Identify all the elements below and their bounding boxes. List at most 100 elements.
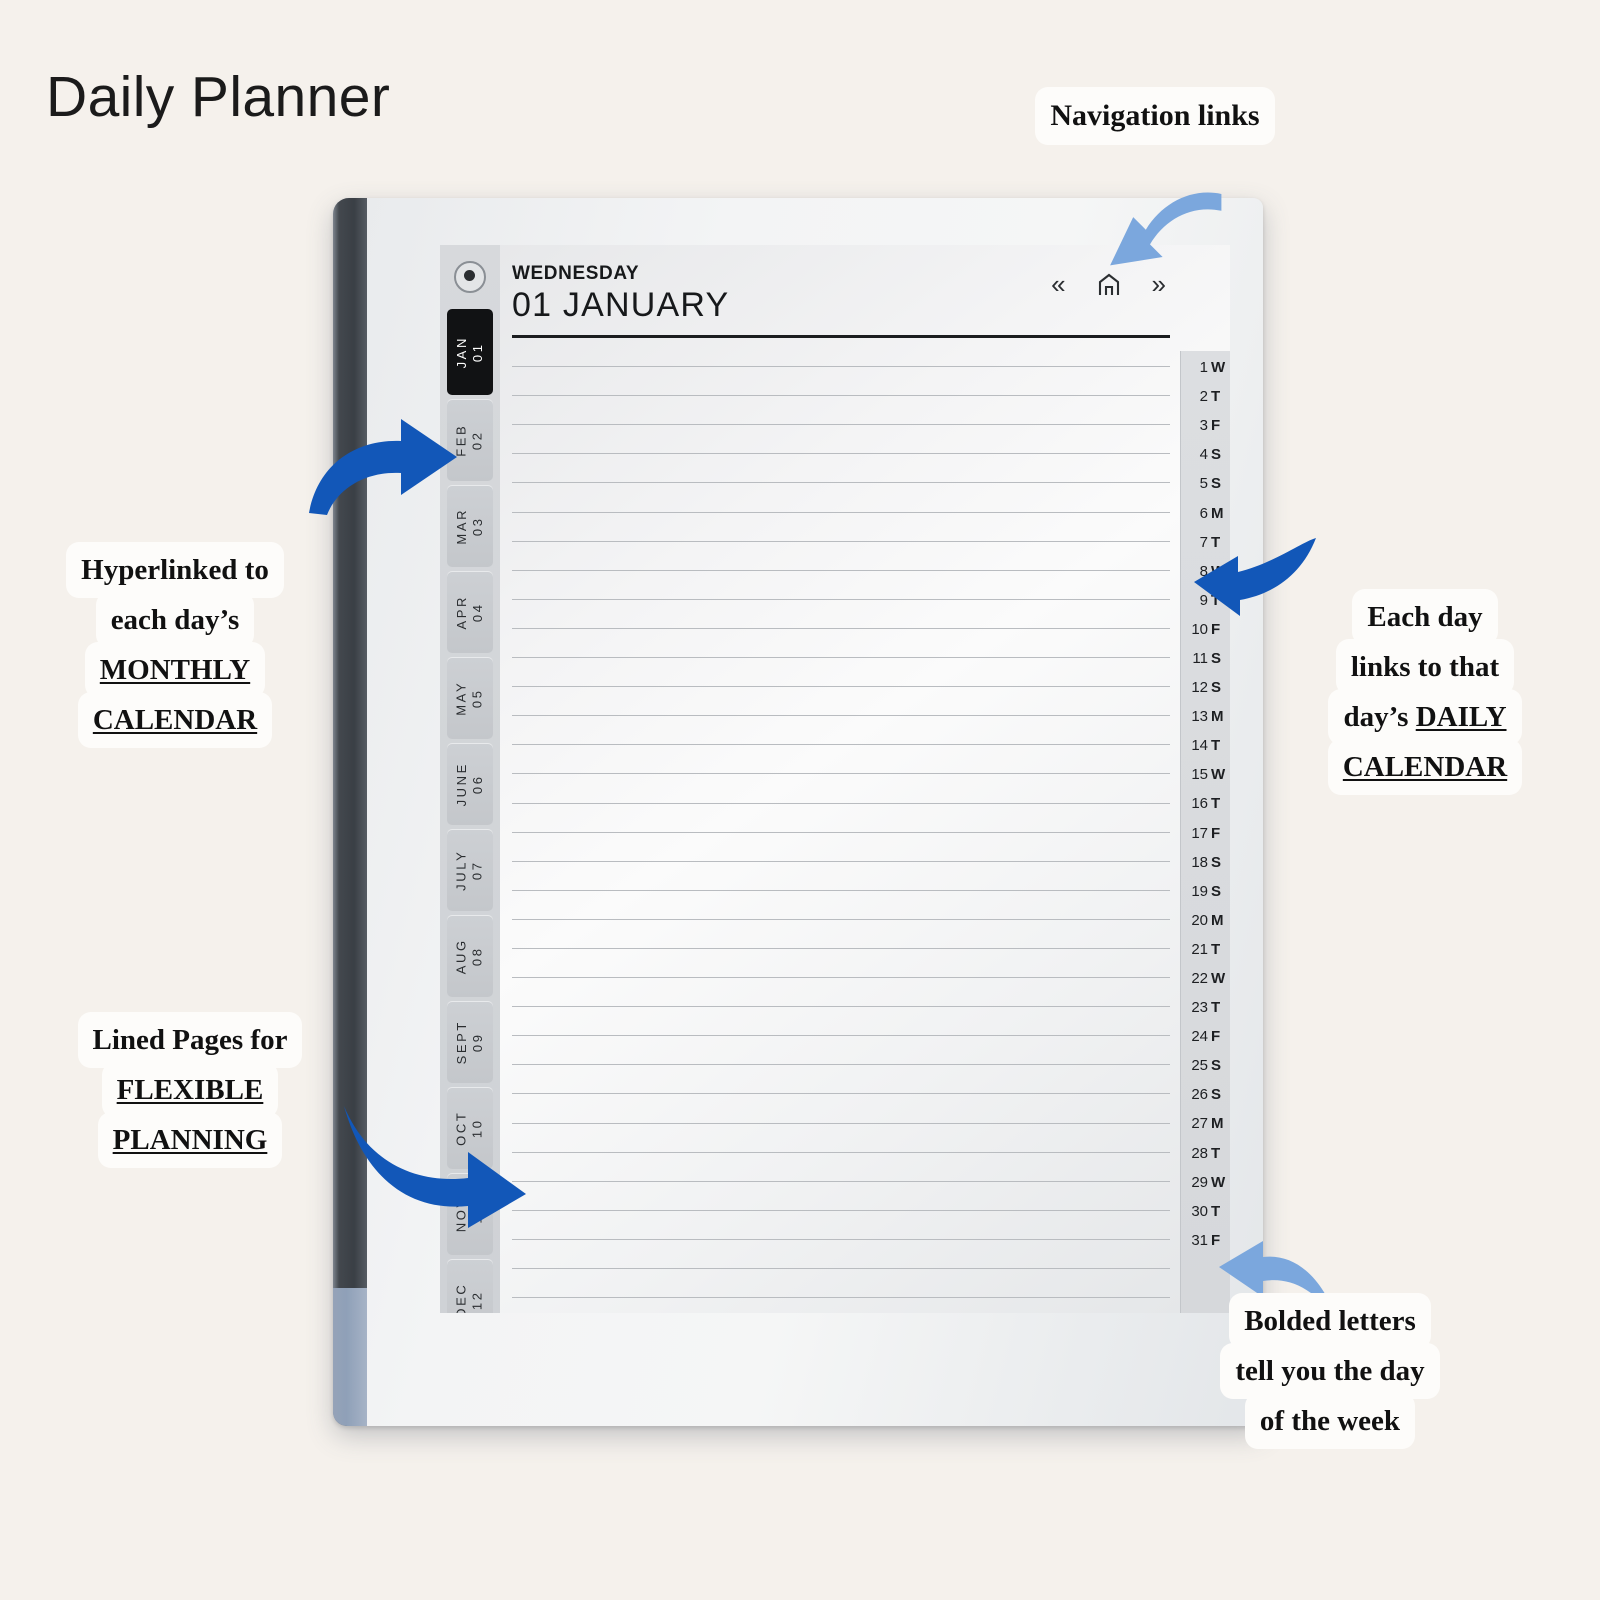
note-line[interactable]: [512, 978, 1170, 1008]
note-line[interactable]: [512, 454, 1170, 484]
note-line[interactable]: [512, 658, 1170, 688]
day-link-28[interactable]: 28 T: [1181, 1139, 1230, 1168]
day-of-week-letter: F: [1211, 824, 1221, 842]
day-number: 25: [1191, 1057, 1208, 1075]
note-line[interactable]: [512, 513, 1170, 542]
note-line[interactable]: [512, 920, 1170, 949]
poster-stage: Daily Planner JAN 01 FEB 02 MAR 03 APR 04 MAY 05 J…: [0, 0, 1600, 1600]
day-link-4[interactable]: 4S: [1181, 440, 1230, 469]
month-tab-label: DEC 12: [453, 1282, 485, 1313]
day-link-2[interactable]: 2T: [1181, 382, 1230, 411]
note-line[interactable]: [512, 483, 1170, 513]
note-line[interactable]: [512, 1124, 1170, 1153]
note-line[interactable]: [512, 1094, 1170, 1124]
day-link-17[interactable]: 17 F: [1181, 819, 1230, 848]
note-line[interactable]: [512, 1269, 1170, 1299]
day-link-29[interactable]: 29 W: [1181, 1168, 1230, 1197]
callout-line: Lined Pages for: [81, 1016, 299, 1065]
callout-line: each day’s: [99, 596, 251, 645]
note-line[interactable]: [512, 1240, 1170, 1269]
home-indicator-icon: [454, 261, 486, 293]
day-number: 15: [1191, 766, 1208, 784]
month-tab-sept[interactable]: SEPT 09: [447, 1001, 493, 1083]
day-link-26[interactable]: 26 S: [1181, 1080, 1230, 1109]
note-line[interactable]: [512, 1211, 1170, 1240]
note-area: WEDNESDAY 01 JANUARY « »: [500, 245, 1180, 1313]
day-number: 27: [1191, 1115, 1208, 1133]
day-link-22[interactable]: 22 W: [1181, 964, 1230, 993]
month-tab-july[interactable]: JULY 07: [447, 829, 493, 911]
month-tab-dec[interactable]: DEC 12: [447, 1259, 493, 1313]
callout-line: tell you the day: [1224, 1347, 1436, 1396]
note-line[interactable]: [512, 862, 1170, 891]
arrow-to-lined-pages: [344, 1106, 526, 1228]
day-link-18[interactable]: 18 S: [1181, 848, 1230, 877]
note-line[interactable]: [512, 600, 1170, 629]
day-of-week-letter: T: [1211, 388, 1221, 406]
day-link-14[interactable]: 14 T: [1181, 731, 1230, 760]
month-tab-aug[interactable]: AUG 08: [447, 915, 493, 997]
day-number: 22: [1191, 970, 1208, 988]
day-link-25[interactable]: 25 S: [1181, 1051, 1230, 1080]
planner-screen: JAN 01 FEB 02 MAR 03 APR 04 MAY 05 JUNE 06 JULY 07 AUG…: [440, 245, 1230, 1313]
day-of-week-letter: W: [1211, 970, 1226, 988]
day-number: 11: [1192, 649, 1208, 667]
month-tab-jan[interactable]: JAN 01: [447, 309, 493, 395]
day-number: 28: [1191, 1144, 1208, 1162]
day-of-week-letter: F: [1211, 417, 1221, 435]
note-line[interactable]: [512, 687, 1170, 717]
day-link-20[interactable]: 20 M: [1181, 906, 1230, 935]
note-line[interactable]: [512, 774, 1170, 804]
day-link-3[interactable]: 3F: [1181, 411, 1230, 440]
day-link-12[interactable]: 12 S: [1181, 673, 1230, 702]
day-number: 24: [1191, 1028, 1208, 1046]
day-number: 31: [1191, 1231, 1208, 1249]
note-line[interactable]: [512, 716, 1170, 746]
day-link-27[interactable]: 27 M: [1181, 1109, 1230, 1138]
month-tab-june[interactable]: JUNE 06: [447, 743, 493, 825]
day-link-1[interactable]: 1W: [1181, 353, 1230, 382]
day-link-23[interactable]: 23 T: [1181, 993, 1230, 1022]
note-line[interactable]: [512, 425, 1170, 455]
note-line[interactable]: [512, 745, 1170, 775]
folio-edge-lower: [333, 1288, 367, 1426]
callout-navigation: Navigation links: [975, 90, 1335, 142]
day-link-6[interactable]: 6M: [1181, 498, 1230, 527]
day-link-11[interactable]: 11 S: [1181, 644, 1230, 673]
note-line[interactable]: [512, 949, 1170, 979]
day-link-5[interactable]: 5S: [1181, 469, 1230, 498]
note-line[interactable]: [512, 1153, 1170, 1182]
note-line[interactable]: [512, 1007, 1170, 1037]
note-line[interactable]: [512, 1065, 1170, 1095]
day-link-21[interactable]: 21 T: [1181, 935, 1230, 964]
arrow-to-navigation: [1110, 192, 1222, 266]
day-link-19[interactable]: 19 S: [1181, 877, 1230, 906]
day-link-15[interactable]: 15 W: [1181, 760, 1230, 789]
note-line[interactable]: [512, 396, 1170, 426]
day-of-week-letter: S: [1211, 679, 1222, 697]
note-line[interactable]: [512, 629, 1170, 659]
note-line[interactable]: [512, 338, 1170, 368]
callout-line: links to that: [1339, 643, 1511, 692]
note-line[interactable]: [512, 571, 1170, 600]
note-line[interactable]: [512, 804, 1170, 833]
day-link-13[interactable]: 13 M: [1181, 702, 1230, 731]
lined-writing-area[interactable]: [512, 338, 1170, 1299]
month-tab-label: APR 04: [453, 594, 485, 630]
note-line[interactable]: [512, 367, 1170, 397]
day-of-week-letter: W: [1211, 359, 1226, 377]
month-tab-apr[interactable]: APR 04: [447, 571, 493, 653]
day-link-16[interactable]: 16 T: [1181, 789, 1230, 818]
day-number: 30: [1191, 1202, 1208, 1220]
day-of-week-letter: T: [1211, 999, 1221, 1017]
month-tab-label: JAN 01: [453, 335, 485, 369]
month-tab-may[interactable]: MAY 05: [447, 657, 493, 739]
day-of-week-letter: S: [1211, 446, 1222, 464]
note-line[interactable]: [512, 833, 1170, 862]
callout-emphasis: CALENDAR: [92, 704, 258, 737]
note-line[interactable]: [512, 891, 1170, 920]
day-link-24[interactable]: 24 F: [1181, 1022, 1230, 1051]
note-line[interactable]: [512, 1182, 1170, 1211]
note-line[interactable]: [512, 1036, 1170, 1066]
note-line[interactable]: [512, 542, 1170, 571]
